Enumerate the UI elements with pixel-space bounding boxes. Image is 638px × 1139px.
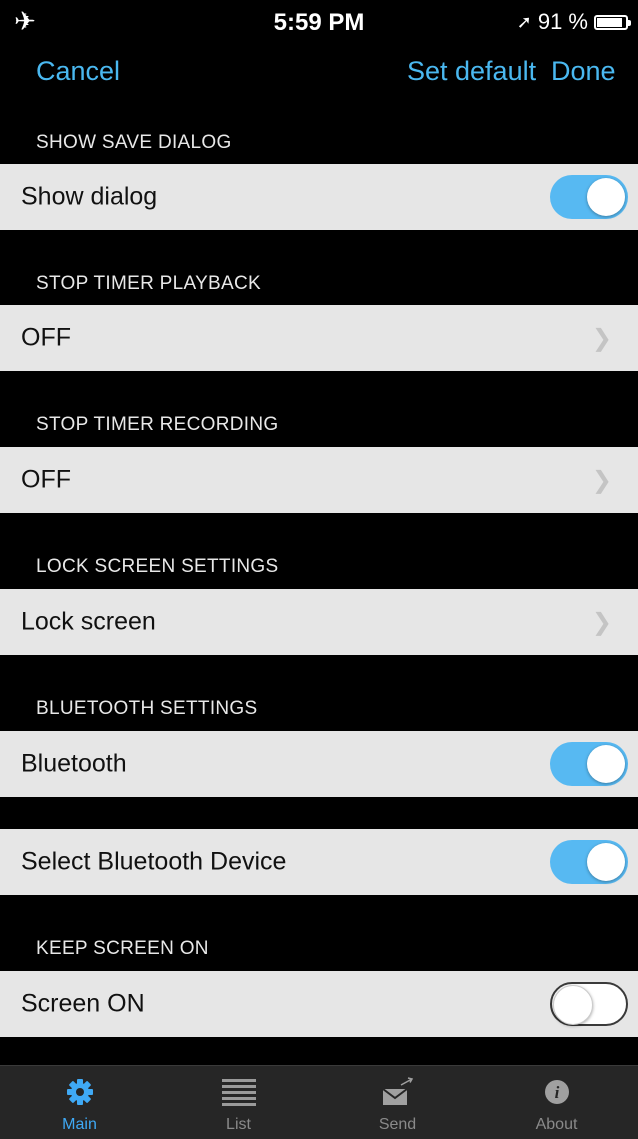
select-bluetooth-device-row: Select Bluetooth Device xyxy=(0,829,638,895)
tab-main[interactable]: Main xyxy=(0,1066,159,1139)
toggle-knob xyxy=(587,178,625,216)
section-header-stop-recording: STOP TIMER RECORDING xyxy=(36,414,279,435)
list-icon xyxy=(159,1076,318,1108)
envelope-icon xyxy=(318,1076,477,1108)
cancel-button[interactable]: Cancel xyxy=(36,56,120,87)
row-value: OFF xyxy=(21,465,71,494)
row-label: Bluetooth xyxy=(21,749,127,778)
row-label: Show dialog xyxy=(21,182,158,211)
section-header-bluetooth: BLUETOOTH SETTINGS xyxy=(36,698,258,719)
toggle-knob xyxy=(587,745,625,783)
navigation-bar: Cancel Set default Done xyxy=(0,56,638,92)
screen-on-row: Screen ON xyxy=(0,971,638,1037)
location-arrow-icon: ➚ xyxy=(516,11,532,32)
tab-about[interactable]: i About xyxy=(477,1066,636,1139)
tab-label: List xyxy=(226,1116,251,1133)
chevron-right-icon: ❯ xyxy=(591,324,612,352)
lock-screen-row[interactable]: Lock screen ❯ xyxy=(0,589,638,655)
show-dialog-row: Show dialog xyxy=(0,164,638,230)
stop-timer-recording-row[interactable]: OFF ❯ xyxy=(0,447,638,513)
row-label: Select Bluetooth Device xyxy=(21,847,287,876)
battery-percent: 91 % xyxy=(537,9,588,34)
battery-fill xyxy=(597,17,623,27)
bluetooth-row: Bluetooth xyxy=(0,731,638,797)
section-header-stop-playback: STOP TIMER PLAYBACK xyxy=(36,273,261,294)
section-header-save-dialog: SHOW SAVE DIALOG xyxy=(36,132,232,153)
tab-bar: Main List Send i About xyxy=(0,1065,638,1139)
tab-list[interactable]: List xyxy=(159,1066,318,1139)
gear-icon xyxy=(0,1076,159,1108)
tab-label: About xyxy=(535,1116,578,1133)
status-bar: ✈ 5:59 PM ➚ 91 % xyxy=(0,0,638,40)
svg-text:i: i xyxy=(554,1083,559,1102)
chevron-right-icon: ❯ xyxy=(591,466,612,494)
stop-timer-playback-row[interactable]: OFF ❯ xyxy=(0,305,638,371)
chevron-right-icon: ❯ xyxy=(591,608,612,636)
tab-label: Main xyxy=(62,1116,97,1133)
row-label: Lock screen xyxy=(21,607,156,636)
battery-icon xyxy=(594,14,631,30)
select-bluetooth-device-toggle[interactable] xyxy=(550,840,628,884)
tab-label: Send xyxy=(378,1116,417,1133)
bluetooth-toggle[interactable] xyxy=(550,742,628,786)
row-value: OFF xyxy=(21,323,71,352)
tab-send[interactable]: Send xyxy=(318,1066,477,1139)
done-button[interactable]: Done xyxy=(551,56,616,87)
status-right: ➚ 91 % xyxy=(516,9,631,35)
show-dialog-toggle[interactable] xyxy=(550,175,628,219)
section-header-keep-screen: KEEP SCREEN ON xyxy=(36,938,209,959)
section-header-lock-screen: LOCK SCREEN SETTINGS xyxy=(36,556,279,577)
toggle-knob xyxy=(587,843,625,881)
info-icon: i xyxy=(477,1076,636,1108)
toggle-knob xyxy=(553,985,593,1025)
set-default-button[interactable]: Set default xyxy=(407,56,536,87)
row-label: Screen ON xyxy=(21,989,145,1018)
screen-on-toggle[interactable] xyxy=(550,982,628,1026)
